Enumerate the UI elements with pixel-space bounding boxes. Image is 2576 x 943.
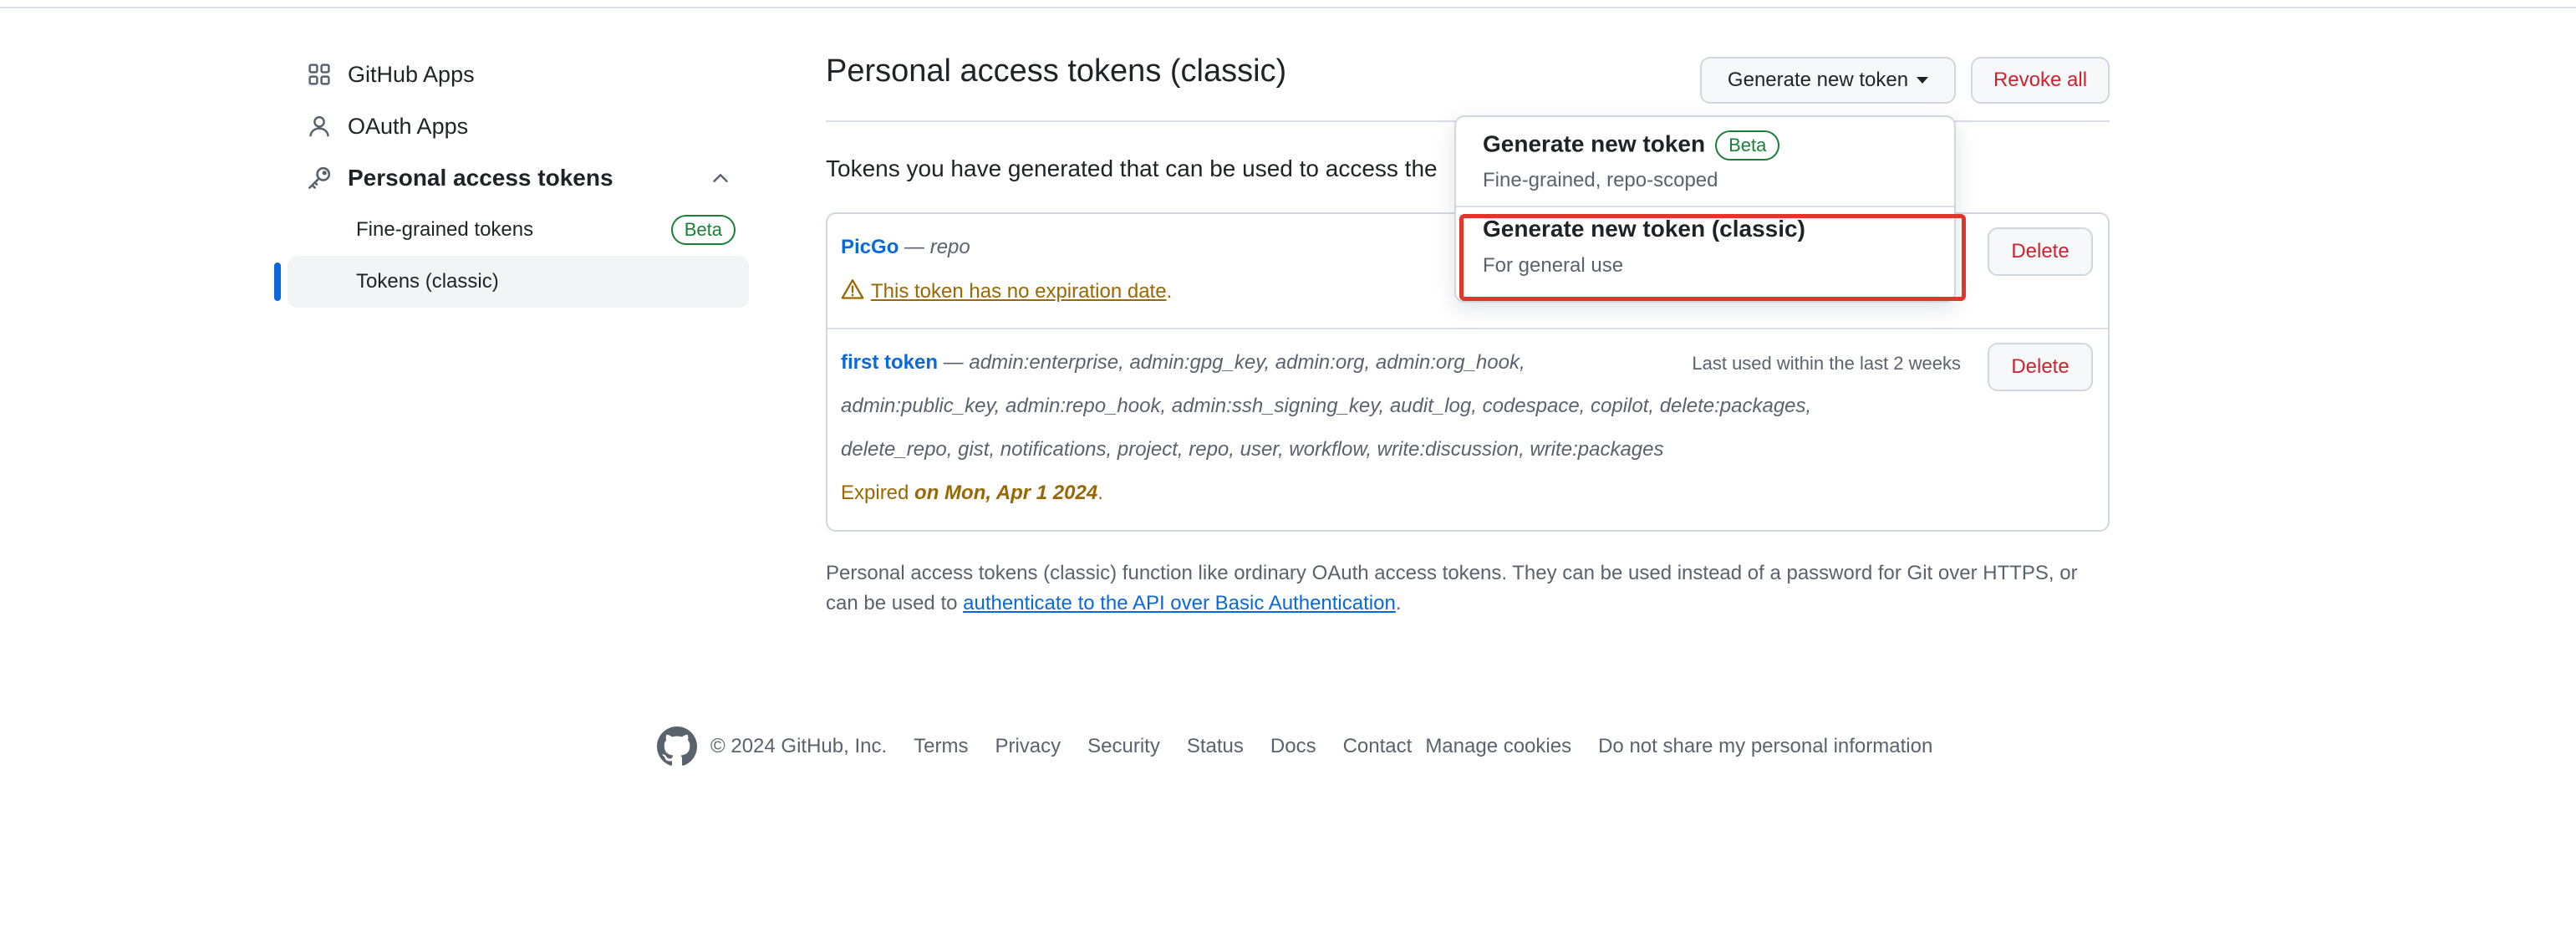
menu-item-subtitle: Fine-grained, repo-scoped bbox=[1483, 169, 1718, 191]
settings-sidebar: GitHub Apps OAuth Apps Personal access t… bbox=[274, 48, 749, 308]
footer-link-manage-cookies[interactable]: Manage cookies bbox=[1425, 735, 1571, 758]
chevron-up-icon[interactable] bbox=[709, 166, 732, 190]
github-logo-icon[interactable] bbox=[657, 726, 697, 767]
top-border bbox=[0, 0, 2576, 8]
footer-link-security[interactable]: Security bbox=[1087, 735, 1160, 758]
token-name-link[interactable]: PicGo bbox=[841, 236, 899, 258]
key-icon bbox=[306, 165, 333, 191]
sidebar-item-tokens-classic[interactable]: Tokens (classic) bbox=[274, 256, 749, 308]
menu-item-fine-grained-token[interactable]: Generate new token Beta Fine-grained, rep… bbox=[1456, 117, 1954, 207]
menu-item-title: Generate new token Beta bbox=[1483, 130, 1780, 161]
delete-token-button[interactable]: Delete bbox=[1988, 227, 2093, 276]
expired-prefix: Expired bbox=[841, 482, 915, 504]
token-dash: — bbox=[938, 351, 970, 374]
token-expired-notice: Expired on Mon, Apr 1 2024. bbox=[841, 482, 1103, 505]
token-scopes: admin:enterprise, admin:gpg_key, admin:o… bbox=[969, 351, 1525, 374]
token-header: PicGo — repo bbox=[841, 236, 970, 259]
sidebar-item-fine-grained-tokens[interactable]: Fine-grained tokens Beta bbox=[288, 204, 749, 256]
menu-item-subtitle: For general use bbox=[1483, 254, 1624, 277]
sidebar-item-label: Personal access tokens bbox=[348, 165, 613, 191]
footer-link-status[interactable]: Status bbox=[1187, 735, 1244, 758]
footnote-period: . bbox=[1395, 592, 1402, 614]
warning-period: . bbox=[1166, 280, 1173, 303]
main-content: Personal access tokens (classic) Generat… bbox=[826, 48, 2110, 614]
menu-item-classic-token[interactable]: Generate new token (classic) For general… bbox=[1456, 207, 1954, 303]
site-footer: © 2024 GitHub, Inc. Terms Privacy Securi… bbox=[657, 724, 1932, 769]
sidebar-item-label: GitHub Apps bbox=[348, 61, 475, 87]
page-title: Personal access tokens (classic) bbox=[826, 54, 1287, 89]
footer-link-privacy[interactable]: Privacy bbox=[995, 735, 1061, 758]
last-used-text: Last used within the last 2 weeks bbox=[1692, 353, 1961, 374]
sidebar-item-label: OAuth Apps bbox=[348, 113, 469, 139]
alert-icon bbox=[841, 278, 864, 307]
token-name-link[interactable]: first token bbox=[841, 351, 938, 374]
menu-item-title-text: Generate new token bbox=[1483, 130, 1706, 157]
token-warning: This token has no expiration date. bbox=[841, 278, 1172, 307]
sidebar-item-label: Fine-grained tokens bbox=[356, 218, 534, 241]
beta-badge: Beta bbox=[1715, 130, 1780, 161]
footer-link-docs[interactable]: Docs bbox=[1270, 735, 1316, 758]
no-expiration-warning-link[interactable]: This token has no expiration date bbox=[871, 280, 1167, 303]
page-header: Personal access tokens (classic) Generat… bbox=[826, 48, 2110, 122]
active-indicator bbox=[274, 263, 281, 301]
basic-auth-link[interactable]: authenticate to the API over Basic Authe… bbox=[963, 592, 1396, 614]
beta-badge: Beta bbox=[670, 215, 736, 245]
token-scopes: admin:public_key, admin:repo_hook, admin… bbox=[841, 395, 1812, 417]
generate-token-menu: Generate new token Beta Fine-grained, rep… bbox=[1454, 115, 1956, 303]
footer-link-terms[interactable]: Terms bbox=[914, 735, 968, 758]
generate-new-token-label: Generate new token bbox=[1727, 69, 1909, 91]
menu-item-title: Generate new token (classic) bbox=[1483, 216, 1805, 242]
expired-date: on Mon, Apr 1 2024 bbox=[914, 482, 1098, 504]
token-dash: — bbox=[899, 236, 930, 258]
revoke-all-button[interactable]: Revoke all bbox=[1971, 57, 2110, 104]
caret-down-icon bbox=[1917, 77, 1929, 84]
footer-link-do-not-share[interactable]: Do not share my personal information bbox=[1598, 735, 1932, 758]
generate-new-token-button[interactable]: Generate new token bbox=[1700, 57, 1956, 104]
sidebar-item-personal-access-tokens[interactable]: Personal access tokens bbox=[276, 152, 749, 204]
intro-text: Tokens you have generated that can be us… bbox=[826, 155, 1438, 181]
expired-period: . bbox=[1097, 482, 1103, 504]
token-scopes: repo bbox=[929, 236, 970, 258]
classic-tokens-footnote: Personal access tokens (classic) functio… bbox=[826, 558, 2110, 619]
footer-link-contact[interactable]: Contact bbox=[1343, 735, 1413, 758]
token-header: first token — admin:enterprise, admin:gp… bbox=[841, 351, 1525, 375]
sidebar-item-label: Tokens (classic) bbox=[356, 270, 499, 293]
delete-token-button[interactable]: Delete bbox=[1988, 343, 2093, 391]
footer-copyright: © 2024 GitHub, Inc. bbox=[710, 735, 888, 757]
page: GitHub Apps OAuth Apps Personal access t… bbox=[0, 0, 2576, 943]
table-row: first token — admin:enterprise, admin:gp… bbox=[827, 329, 2108, 532]
apps-icon bbox=[306, 61, 333, 88]
token-scopes: delete_repo, gist, notifications, projec… bbox=[841, 438, 1664, 461]
sidebar-item-github-apps[interactable]: GitHub Apps bbox=[276, 48, 749, 100]
sidebar-item-oauth-apps[interactable]: OAuth Apps bbox=[276, 100, 749, 152]
person-icon bbox=[306, 113, 333, 140]
